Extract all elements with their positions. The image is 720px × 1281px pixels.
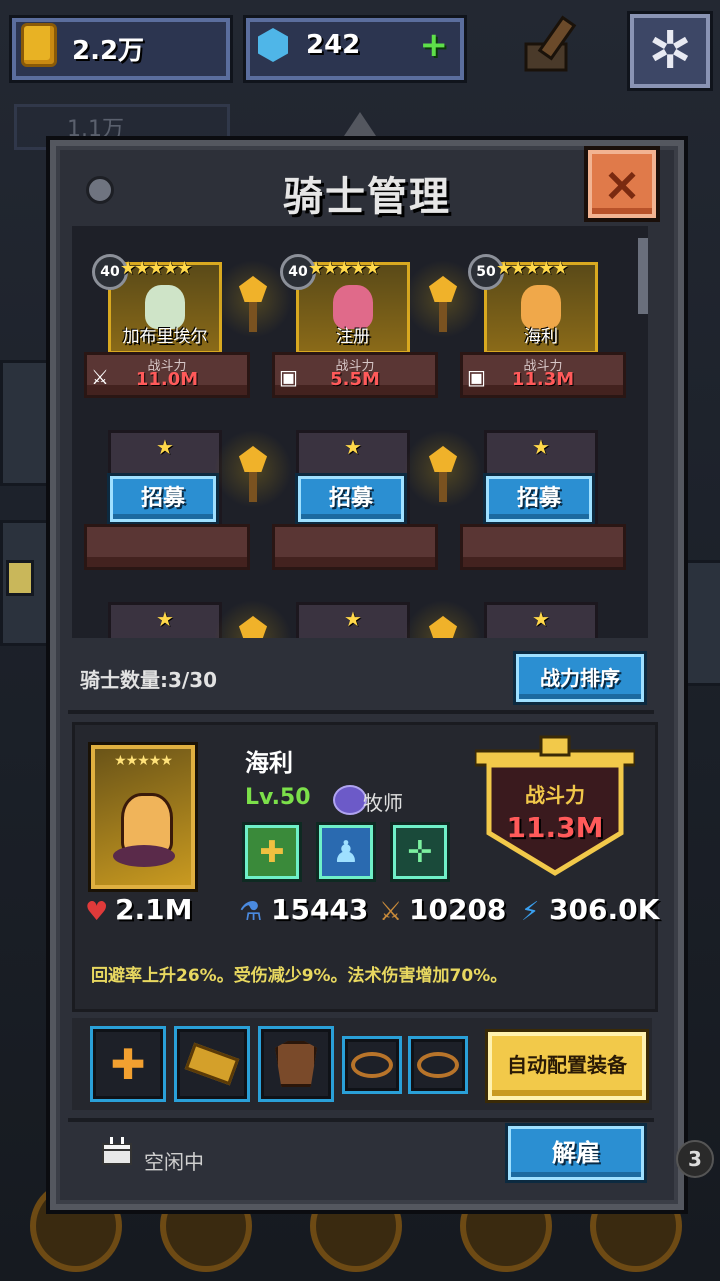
skill-holy-icon[interactable]: ✛ — [393, 825, 447, 879]
hero-power-shelf: ⚔ 战斗力 11.0M — [84, 352, 250, 398]
knight-grid[interactable]: 加布里埃尔 40 ★★★★★ ⚔ 战斗力 11.0M 注册 40 ★★★★★ ▣… — [72, 226, 648, 638]
status-text: 空闲中 — [144, 1150, 204, 1174]
close-button[interactable]: × — [588, 150, 656, 218]
hero-name: 海利 — [524, 327, 558, 347]
add-gems-button[interactable]: + — [420, 28, 449, 62]
empty-card: ★ — [484, 602, 598, 638]
lightning-icon: ⚡ — [521, 897, 540, 927]
equip-slot-ring-1[interactable] — [342, 1036, 402, 1094]
torch-icon — [214, 600, 292, 638]
ring-icon — [351, 1052, 393, 1078]
torch-icon — [404, 430, 482, 510]
gem-value: 242 — [306, 30, 361, 60]
empty-card: ★ — [296, 602, 410, 638]
speed-value: 306.0K — [549, 893, 660, 926]
mana-value: 15443 — [271, 893, 369, 926]
attack-value: 10208 — [409, 893, 507, 926]
hero-power: 11.0M — [135, 369, 199, 390]
equip-slot-book[interactable] — [174, 1026, 250, 1102]
background-window — [6, 560, 34, 596]
priest-class-icon — [333, 785, 367, 815]
star-icon: ★ — [156, 435, 174, 459]
empty-card: ★ — [108, 602, 222, 638]
gem-icon — [246, 18, 300, 72]
grid-scrollbar[interactable] — [638, 238, 648, 314]
equip-slot-cross[interactable]: ✚ — [90, 1026, 166, 1102]
power-label: 战斗力 — [525, 783, 585, 807]
book-icon — [184, 1042, 240, 1086]
hero-stars: ★★★★★ — [120, 258, 193, 279]
equipment-bar: ✚ 自动配置装备 — [72, 1018, 652, 1110]
gold-counter: 2.2万 — [12, 18, 230, 80]
torch-icon — [404, 260, 482, 340]
hero-big-portrait: ★★★★★ — [91, 745, 195, 889]
armor-icon — [275, 1041, 317, 1087]
equip-slot-armor[interactable] — [258, 1026, 334, 1102]
dismiss-button[interactable]: 解雇 — [508, 1126, 644, 1180]
knight-count: 骑士数量:3/30 — [80, 668, 218, 692]
ring-icon — [417, 1052, 459, 1078]
empty-shelf — [272, 524, 438, 570]
torch-icon — [404, 600, 482, 638]
corner-count-badge: 3 — [676, 1140, 714, 1178]
cake-status-icon — [100, 1134, 134, 1168]
skill-person-icon[interactable]: ♟ — [319, 825, 373, 879]
hero-power: 11.3M — [511, 369, 575, 390]
equip-slot-ring-2[interactable] — [408, 1036, 468, 1094]
recruit-button[interactable]: 招募 — [486, 476, 592, 522]
gold-coin-icon — [12, 18, 66, 72]
cross-relic-icon: ✚ — [110, 1039, 146, 1089]
empty-shelf — [460, 524, 626, 570]
hammer-icon[interactable] — [520, 14, 594, 76]
hero-detail: ★★★★★ 海利 Lv.50 牧师 ✚ ♟ ✛ 战斗力 11.3M ♥ 2.1M… — [72, 722, 660, 1012]
hero-stars: ★★★★★ — [496, 258, 569, 279]
divider — [68, 710, 654, 714]
star-icon: ★ — [156, 607, 174, 631]
knight-management-panel: 骑士管理 × 加布里埃尔 40 ★★★★★ ⚔ 战斗力 11.0M 注册 40 … — [50, 140, 684, 1210]
hero-stars: ★★★★★ — [308, 258, 381, 279]
hero-name: 加布里埃尔 — [122, 327, 208, 347]
hero-detail-name: 海利 — [245, 749, 293, 777]
gem-counter[interactable]: 242 + — [246, 18, 464, 80]
hero-power-shelf: ▣ 战斗力 5.5M — [272, 352, 438, 398]
star-icon: ★ — [532, 607, 550, 631]
hero-power: 5.5M — [330, 369, 380, 390]
sword-icon: ⚔ — [379, 897, 403, 927]
star-icon: ★ — [344, 435, 362, 459]
star-icon: ★ — [344, 607, 362, 631]
power-shield: 战斗力 11.3M — [475, 733, 635, 883]
recruit-button[interactable]: 招募 — [110, 476, 216, 522]
heart-icon: ♥ — [85, 897, 109, 927]
empty-shelf — [84, 524, 250, 570]
torch-icon — [214, 260, 292, 340]
auto-equip-button[interactable]: 自动配置装备 — [488, 1032, 646, 1100]
hp-value: 2.1M — [115, 893, 193, 926]
torch-icon — [214, 430, 292, 510]
sub-gold-value: 1.1万 — [67, 117, 124, 142]
hero-sprite-shadow — [113, 845, 175, 867]
background-house — [0, 360, 50, 486]
skill-heal-icon[interactable]: ✚ — [245, 825, 299, 879]
hero-detail-stars: ★★★★★ — [114, 753, 173, 769]
sort-by-power-button[interactable]: 战力排序 — [516, 654, 644, 702]
hero-power-shelf: ▣ 战斗力 11.3M — [460, 352, 626, 398]
hero-detail-power: 11.3M — [506, 811, 604, 844]
hero-detail-class: 牧师 — [363, 791, 403, 815]
recruit-button[interactable]: 招募 — [298, 476, 404, 522]
divider — [68, 1118, 654, 1122]
hero-description: 回避率上升26%。受伤减少9%。法术伤害增加70%。 — [91, 966, 508, 986]
gold-value: 2.2万 — [72, 36, 145, 66]
hero-detail-level: Lv.50 — [245, 785, 311, 810]
hero-name: 注册 — [336, 327, 370, 347]
star-icon: ★ — [532, 435, 550, 459]
mana-potion-icon: ⚗ — [239, 897, 263, 927]
settings-gear-icon[interactable]: ✲ — [630, 14, 710, 88]
panel-title: 骑士管理 — [283, 174, 451, 220]
